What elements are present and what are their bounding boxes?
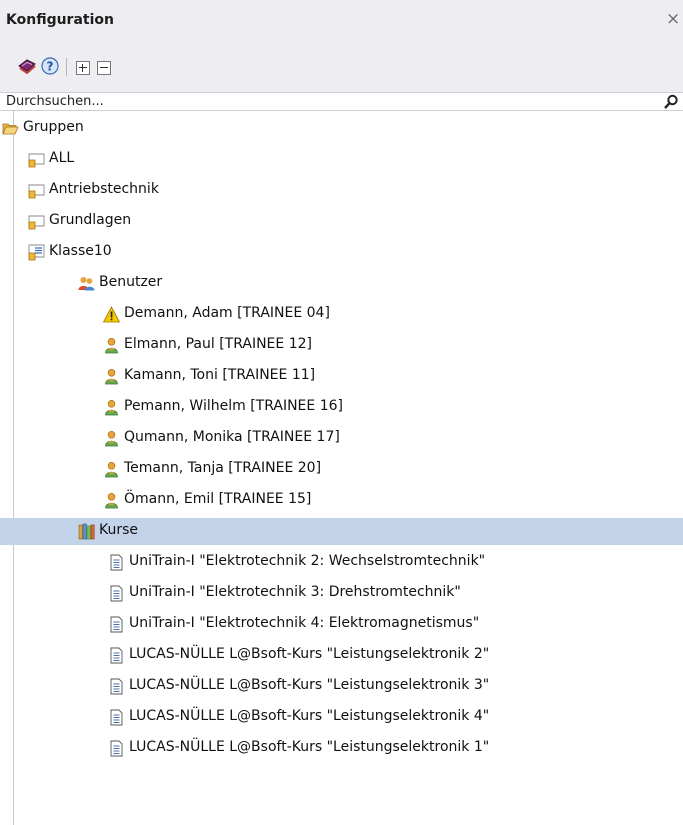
tree-item-label: Kurse — [99, 522, 139, 538]
tree-item-label: LUCAS-NÜLLE L@Bsoft-Kurs "Leistungselekt… — [129, 708, 490, 724]
tree-item-user[interactable]: Demann, Adam [TRAINEE 04] — [0, 301, 683, 328]
group-icon — [28, 153, 45, 168]
tree-item-user[interactable]: Kamann, Toni [TRAINEE 11] — [0, 363, 683, 390]
tree-item-user[interactable]: Elmann, Paul [TRAINEE 12] — [0, 332, 683, 359]
tree-item-course[interactable]: UniTrain-I "Elektrotechnik 2: Wechselstr… — [0, 549, 683, 576]
tree-item-label: Qumann, Monika [TRAINEE 17] — [124, 429, 340, 445]
tree-item-label: Temann, Tanja [TRAINEE 20] — [124, 460, 322, 476]
group-expanded-icon — [28, 244, 45, 261]
collapse-all-icon[interactable] — [97, 61, 111, 75]
tree-item-course[interactable]: LUCAS-NÜLLE L@Bsoft-Kurs "Leistungselekt… — [0, 642, 683, 669]
user-icon — [105, 462, 118, 478]
tree-item-label: LUCAS-NÜLLE L@Bsoft-Kurs "Leistungselekt… — [129, 646, 490, 662]
document-icon — [110, 647, 123, 664]
document-icon — [110, 585, 123, 602]
tree-item-label: Benutzer — [99, 274, 163, 290]
user-icon — [105, 431, 118, 447]
tree-item-user[interactable]: Pemann, Wilhelm [TRAINEE 16] — [0, 394, 683, 421]
tree-item-label: Gruppen — [23, 119, 84, 135]
user-icon — [105, 493, 118, 509]
help-icon[interactable]: ? — [40, 56, 60, 76]
svg-text:?: ? — [47, 60, 54, 74]
tree-item-label: UniTrain-I "Elektrotechnik 4: Elektromag… — [129, 615, 480, 631]
tree-item-course[interactable]: LUCAS-NÜLLE L@Bsoft-Kurs "Leistungselekt… — [0, 735, 683, 762]
tree-item-course[interactable]: UniTrain-I "Elektrotechnik 3: Drehstromt… — [0, 580, 683, 607]
tree-item-label: Kamann, Toni [TRAINEE 11] — [124, 367, 316, 383]
warning-icon — [103, 306, 120, 323]
tree-item-course[interactable]: LUCAS-NÜLLE L@Bsoft-Kurs "Leistungselekt… — [0, 704, 683, 731]
tree-item-course[interactable]: UniTrain-I "Elektrotechnik 4: Elektromag… — [0, 611, 683, 638]
tree-item-label: UniTrain-I "Elektrotechnik 3: Drehstromt… — [129, 584, 461, 600]
book-icon[interactable] — [17, 56, 37, 76]
tree-item-label: Elmann, Paul [TRAINEE 12] — [124, 336, 312, 352]
users-icon — [78, 277, 95, 291]
document-icon — [110, 740, 123, 757]
tree-item-label: Klasse10 — [49, 243, 112, 259]
user-icon — [105, 369, 118, 385]
tree-item-user[interactable]: Ömann, Emil [TRAINEE 15] — [0, 487, 683, 514]
tree-item-user[interactable]: Qumann, Monika [TRAINEE 17] — [0, 425, 683, 452]
search-input[interactable] — [6, 93, 646, 110]
group-icon — [28, 215, 45, 230]
tree-item-label: LUCAS-NÜLLE L@Bsoft-Kurs "Leistungselekt… — [129, 739, 490, 755]
panel-title: Konfiguration — [6, 12, 114, 28]
document-icon — [110, 709, 123, 726]
document-icon — [110, 554, 123, 571]
tree-item-label: Demann, Adam [TRAINEE 04] — [124, 305, 330, 321]
tree-item-group-antriebstechnik[interactable]: Antriebstechnik — [0, 177, 683, 204]
user-icon — [105, 400, 118, 416]
tree-item-benutzer[interactable]: Benutzer — [0, 270, 683, 297]
search-icon[interactable] — [663, 94, 679, 110]
tree-item-group-klasse10[interactable]: Klasse10 — [0, 239, 683, 266]
tree-item-kurse[interactable]: Kurse — [0, 518, 683, 545]
tree-item-label: Ömann, Emil [TRAINEE 15] — [124, 491, 312, 507]
document-icon — [110, 616, 123, 633]
folder-open-icon — [2, 123, 19, 135]
tree-item-label: Antriebstechnik — [49, 181, 159, 197]
tree-item-course[interactable]: LUCAS-NÜLLE L@Bsoft-Kurs "Leistungselekt… — [0, 673, 683, 700]
group-icon — [28, 184, 45, 199]
expand-all-icon[interactable] — [76, 61, 90, 75]
user-icon — [105, 338, 118, 354]
document-icon — [110, 678, 123, 695]
tree-item-label: LUCAS-NÜLLE L@Bsoft-Kurs "Leistungselekt… — [129, 677, 490, 693]
tree-item-gruppen[interactable]: Gruppen — [0, 115, 683, 142]
tree-item-label: UniTrain-I "Elektrotechnik 2: Wechselstr… — [129, 553, 486, 569]
tree-item-label: ALL — [49, 150, 75, 166]
tree-item-label: Pemann, Wilhelm [TRAINEE 16] — [124, 398, 343, 414]
tree-item-user[interactable]: Temann, Tanja [TRAINEE 20] — [0, 456, 683, 483]
tree-item-label: Grundlagen — [49, 212, 132, 228]
books-icon — [78, 523, 95, 540]
panel-header: Konfiguration × — [0, 0, 683, 46]
close-icon[interactable]: × — [666, 9, 680, 29]
tree-item-group-all[interactable]: ALL — [0, 146, 683, 173]
search-bar — [0, 92, 683, 111]
toolbar-separator — [66, 58, 67, 76]
tree-item-group-grundlagen[interactable]: Grundlagen — [0, 208, 683, 235]
